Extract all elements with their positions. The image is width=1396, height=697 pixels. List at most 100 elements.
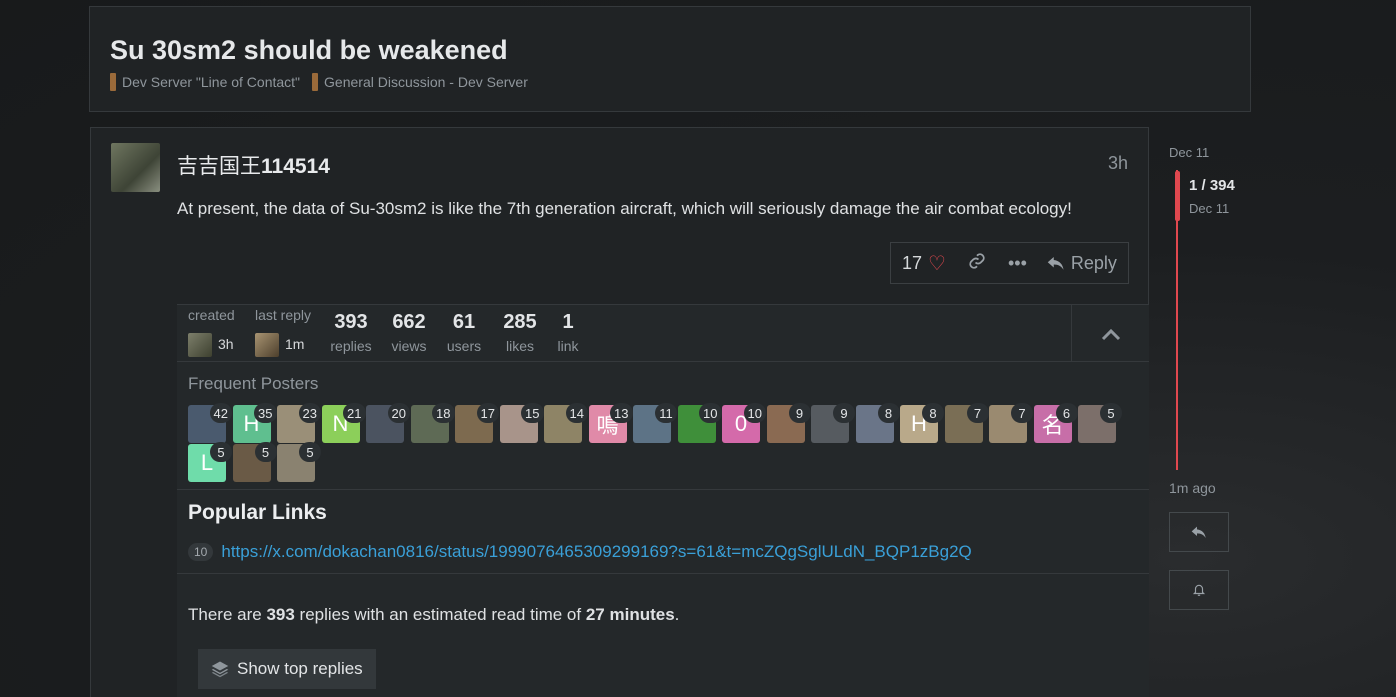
like-button[interactable]: 17 ♡ <box>902 251 946 276</box>
created-time[interactable]: 3h <box>218 336 234 352</box>
poster-avatar[interactable]: 7 <box>944 403 989 443</box>
reply-icon <box>1191 526 1206 538</box>
poster-count: 17 <box>476 403 499 423</box>
avatar[interactable] <box>255 333 279 357</box>
poster-count: 8 <box>877 403 900 423</box>
poster-count: 6 <box>1055 403 1078 423</box>
poster-avatar[interactable]: 9 <box>766 403 811 443</box>
poster-avatar[interactable]: 18 <box>410 403 455 443</box>
stat-replies: 393 replies <box>330 311 372 354</box>
post-body: At present, the data of Su-30sm2 is like… <box>177 199 1072 218</box>
category-label: General Discussion - Dev Server <box>324 74 528 90</box>
avatar[interactable] <box>188 333 212 357</box>
stat-links[interactable]: 1 link <box>555 311 581 354</box>
poster-avatars: 42 H 35 23 N 21 20 18 17 15 14 鳴 13 11 10 0 10 9 9 8 H 8 7 7 名 6 5… <box>188 403 1138 482</box>
poster-count: 5 <box>299 442 321 462</box>
stat-label: users <box>446 338 482 354</box>
poster-avatar[interactable]: 23 <box>277 403 321 443</box>
poster-avatar[interactable]: 17 <box>455 403 499 443</box>
post-username[interactable]: 吉吉国王114514 <box>177 150 330 180</box>
poster-avatar[interactable]: 20 <box>366 403 410 443</box>
timeline-start-date[interactable]: Dec 11 <box>1169 145 1209 160</box>
last-reply-label: last reply <box>255 307 312 323</box>
last-reply-time[interactable]: 1m <box>285 336 304 352</box>
topic-timeline: Dec 11 1 / 394 Dec 11 1m ago <box>1169 140 1289 620</box>
poster-avatar[interactable]: 15 <box>499 403 544 443</box>
post-actions: 17 ♡ ••• Reply <box>890 242 1129 284</box>
poster-avatar[interactable]: 名6 <box>1033 403 1078 443</box>
poster-count: 20 <box>387 403 410 423</box>
stat-users[interactable]: 61 users <box>446 311 482 354</box>
poster-avatar[interactable]: N 21 <box>321 403 366 443</box>
timeline-handle[interactable] <box>1175 171 1180 221</box>
poster-avatar[interactable]: 9 <box>811 403 855 443</box>
avatar[interactable] <box>111 143 160 192</box>
poster-count: 35 <box>254 403 277 423</box>
poster-count: 11 <box>655 403 677 423</box>
link-icon[interactable] <box>968 252 986 275</box>
reply-label: Reply <box>1070 252 1117 273</box>
reply-icon <box>1047 257 1064 270</box>
poster-avatar[interactable]: 5 <box>232 442 277 482</box>
first-post: 吉吉国王114514 3h At present, the data of Su… <box>90 127 1149 697</box>
poster-avatar[interactable]: 10 <box>677 403 722 443</box>
stat-value: 1 <box>562 311 574 333</box>
stat-value: 393 <box>334 311 368 333</box>
reply-button[interactable]: Reply <box>1047 253 1117 274</box>
link-click-count: 10 <box>188 543 214 561</box>
popular-links-title: Popular Links <box>188 501 327 524</box>
poster-avatar[interactable]: 7 <box>989 403 1033 443</box>
like-count: 17 <box>902 252 923 273</box>
est-mid: replies with an estimated read time of <box>294 605 586 624</box>
stat-value: 662 <box>392 311 426 333</box>
est-prefix: There are <box>188 605 267 624</box>
poster-avatar[interactable]: 8 <box>855 403 900 443</box>
poster-avatar[interactable]: H8 <box>900 403 944 443</box>
chevron-up-icon <box>1101 328 1120 340</box>
stat-value: 285 <box>503 311 537 333</box>
bell-icon <box>1192 584 1206 596</box>
poster-avatar[interactable]: 5 <box>277 442 321 482</box>
timeline-end-label[interactable]: 1m ago <box>1169 480 1216 496</box>
poster-avatar[interactable]: 0 10 <box>722 403 766 443</box>
topic-map: created 3h last reply 1m 393 replies 662… <box>177 304 1149 697</box>
category-badge-dev-server[interactable]: Dev Server "Line of Contact" <box>110 73 300 91</box>
topic-stats: created 3h last reply 1m 393 replies 662… <box>177 305 1149 362</box>
timeline-reply-button[interactable] <box>1169 512 1229 552</box>
collapse-button[interactable] <box>1071 305 1149 362</box>
poster-count: 42 <box>209 403 232 423</box>
popular-link[interactable]: https://x.com/dokachan0816/status/199907… <box>221 542 971 562</box>
notification-button[interactable] <box>1169 570 1229 610</box>
poster-avatar[interactable]: 鳴 13 <box>588 403 633 443</box>
topic-categories: Dev Server "Line of Contact" General Dis… <box>110 73 528 91</box>
show-top-replies-button[interactable]: Show top replies <box>198 649 376 689</box>
poster-count: 5 <box>210 442 232 462</box>
poster-avatar[interactable]: 42 <box>188 403 232 443</box>
poster-count: 5 <box>1100 403 1122 423</box>
popular-links: Popular Links 10 https://x.com/dokachan0… <box>177 490 1149 574</box>
timeline-position-date: Dec 11 <box>1189 201 1230 216</box>
poster-avatar[interactable]: 14 <box>544 403 588 443</box>
poster-count: 14 <box>565 403 588 423</box>
poster-count: 9 <box>788 403 811 423</box>
stat-value: 61 <box>452 311 476 333</box>
stat-label: link <box>557 338 579 354</box>
stat-label: views <box>391 338 427 354</box>
poster-avatar[interactable]: 5 <box>1078 403 1122 443</box>
poster-count: 10 <box>743 403 766 423</box>
est-time: 27 minutes <box>585 605 675 624</box>
poster-count: 21 <box>343 403 366 423</box>
poster-count: 15 <box>521 403 544 423</box>
poster-count: 7 <box>1011 403 1033 423</box>
poster-avatar[interactable]: L5 <box>188 442 232 482</box>
poster-count: 5 <box>254 442 277 462</box>
poster-avatar[interactable]: 11 <box>633 403 677 443</box>
category-badge-general[interactable]: General Discussion - Dev Server <box>312 73 528 91</box>
stat-label: replies <box>330 338 372 354</box>
more-icon[interactable]: ••• <box>1008 253 1027 274</box>
poster-avatar[interactable]: H 35 <box>232 403 277 443</box>
poster-count: 13 <box>610 403 633 423</box>
post-time[interactable]: 3h <box>1108 153 1128 174</box>
show-top-replies-label: Show top replies <box>237 659 363 678</box>
topic-title[interactable]: Su 30sm2 should be weakened <box>110 35 508 66</box>
